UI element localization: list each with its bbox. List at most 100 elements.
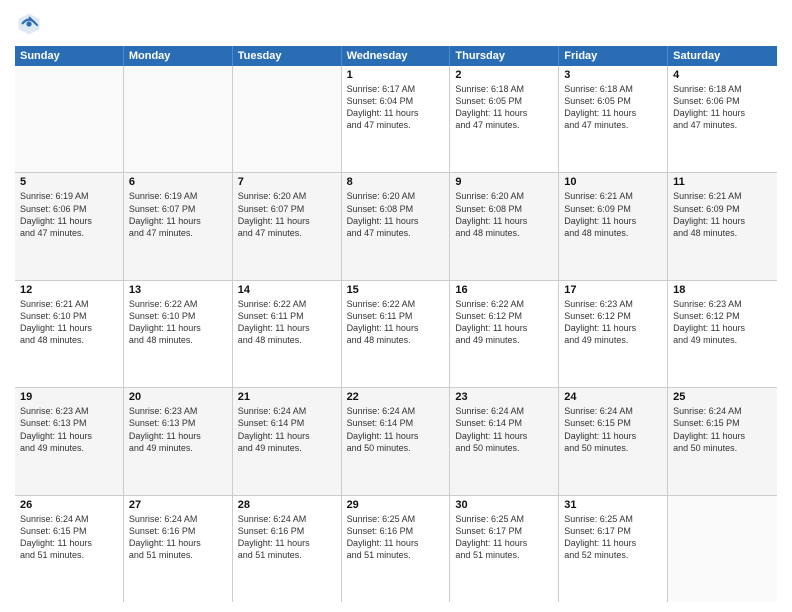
day-info-line: Daylight: 11 hours [673, 215, 772, 227]
day-info-line: Sunset: 6:08 PM [455, 203, 553, 215]
day-number: 17 [564, 284, 662, 296]
day-cell-29: 29Sunrise: 6:25 AMSunset: 6:16 PMDayligh… [342, 496, 451, 602]
day-info-line: Sunset: 6:10 PM [129, 310, 227, 322]
day-info-line: Sunrise: 6:24 AM [20, 513, 118, 525]
empty-cell [124, 66, 233, 172]
calendar: SundayMondayTuesdayWednesdayThursdayFrid… [15, 46, 777, 602]
day-info-line: Sunset: 6:16 PM [238, 525, 336, 537]
day-number: 9 [455, 176, 553, 188]
day-info-line: Sunset: 6:10 PM [20, 310, 118, 322]
day-number: 25 [673, 391, 772, 403]
day-info-line: Daylight: 11 hours [564, 215, 662, 227]
day-info-line: and 48 minutes. [455, 227, 553, 239]
day-number: 10 [564, 176, 662, 188]
day-cell-12: 12 Sunrise: 6:21 AMSunset: 6:10 PMDayligh… [15, 281, 124, 387]
day-cell-7: 7Sunrise: 6:20 AMSunset: 6:07 PMDaylight… [233, 173, 342, 279]
day-info-line: Sunrise: 6:18 AM [673, 83, 772, 95]
day-info-line: Daylight: 11 hours [564, 430, 662, 442]
day-info-line: Sunrise: 6:24 AM [347, 405, 445, 417]
day-info-line: Sunset: 6:11 PM [238, 310, 336, 322]
day-info-line: and 51 minutes. [455, 549, 553, 561]
day-info-line: Daylight: 11 hours [20, 537, 118, 549]
day-info-line: Sunset: 6:14 PM [238, 417, 336, 429]
empty-cell [668, 496, 777, 602]
day-info-line: Sunrise: 6:24 AM [238, 513, 336, 525]
day-info-line: and 48 minutes. [20, 334, 118, 346]
day-info-line: Daylight: 11 hours [20, 322, 118, 334]
day-number: 3 [564, 69, 662, 81]
day-cell-23: 23Sunrise: 6:24 AMSunset: 6:14 PMDayligh… [450, 388, 559, 494]
day-info-line: Sunrise: 6:23 AM [129, 405, 227, 417]
day-info-line: and 51 minutes. [129, 549, 227, 561]
day-info-line: Daylight: 11 hours [347, 107, 445, 119]
day-number: 24 [564, 391, 662, 403]
day-number: 11 [673, 176, 772, 188]
day-info-line: Daylight: 11 hours [455, 430, 553, 442]
day-info-line: Sunrise: 6:25 AM [564, 513, 662, 525]
day-info-line: Sunrise: 6:21 AM [564, 190, 662, 202]
day-info-line: Daylight: 11 hours [455, 537, 553, 549]
day-info-line: Daylight: 11 hours [673, 322, 772, 334]
day-info-line: and 50 minutes. [455, 442, 553, 454]
day-info-line: Sunset: 6:05 PM [564, 95, 662, 107]
day-cell-3: 3 Sunrise: 6:18 AMSunset: 6:05 PMDaylight… [559, 66, 668, 172]
day-info-line: Sunset: 6:14 PM [347, 417, 445, 429]
day-info-line: Daylight: 11 hours [129, 322, 227, 334]
day-info-line: Sunset: 6:04 PM [347, 95, 445, 107]
day-info-line: Daylight: 11 hours [238, 430, 336, 442]
day-info-line: and 51 minutes. [347, 549, 445, 561]
day-info-line: and 47 minutes. [673, 119, 772, 131]
day-cell-10: 10Sunrise: 6:21 AMSunset: 6:09 PMDayligh… [559, 173, 668, 279]
day-info-line: and 49 minutes. [20, 442, 118, 454]
day-cell-9: 9Sunrise: 6:20 AMSunset: 6:08 PMDaylight… [450, 173, 559, 279]
day-info-line: Sunrise: 6:21 AM [20, 298, 118, 310]
day-cell-1: 1Sunrise: 6:17 AMSunset: 6:04 PMDaylight… [342, 66, 451, 172]
day-info-line: Sunrise: 6:22 AM [455, 298, 553, 310]
day-number: 12 [20, 284, 118, 296]
empty-cell [15, 66, 124, 172]
day-info-line: Sunrise: 6:20 AM [238, 190, 336, 202]
day-number: 1 [347, 69, 445, 81]
day-number: 27 [129, 499, 227, 511]
day-number: 29 [347, 499, 445, 511]
day-info-line: Sunrise: 6:23 AM [564, 298, 662, 310]
day-cell-21: 21Sunrise: 6:24 AMSunset: 6:14 PMDayligh… [233, 388, 342, 494]
day-info-line: Sunset: 6:15 PM [564, 417, 662, 429]
day-number: 16 [455, 284, 553, 296]
day-info-line: Sunrise: 6:25 AM [347, 513, 445, 525]
day-cell-11: 11Sunrise: 6:21 AMSunset: 6:09 PMDayligh… [668, 173, 777, 279]
day-cell-13: 13Sunrise: 6:22 AMSunset: 6:10 PMDayligh… [124, 281, 233, 387]
day-info-line: Sunset: 6:09 PM [673, 203, 772, 215]
day-info-line: Daylight: 11 hours [564, 107, 662, 119]
day-header-thursday: Thursday [450, 46, 559, 66]
day-info-line: Sunrise: 6:18 AM [455, 83, 553, 95]
day-header-friday: Friday [559, 46, 668, 66]
day-info-line: Sunset: 6:13 PM [129, 417, 227, 429]
day-info-line: and 52 minutes. [564, 549, 662, 561]
day-cell-30: 30Sunrise: 6:25 AMSunset: 6:17 PMDayligh… [450, 496, 559, 602]
calendar-header: SundayMondayTuesdayWednesdayThursdayFrid… [15, 46, 777, 66]
day-header-monday: Monday [124, 46, 233, 66]
day-info-line: and 47 minutes. [564, 119, 662, 131]
day-info-line: Sunrise: 6:18 AM [564, 83, 662, 95]
day-cell-25: 25Sunrise: 6:24 AMSunset: 6:15 PMDayligh… [668, 388, 777, 494]
day-cell-22: 22Sunrise: 6:24 AMSunset: 6:14 PMDayligh… [342, 388, 451, 494]
day-cell-26: 26Sunrise: 6:24 AMSunset: 6:15 PMDayligh… [15, 496, 124, 602]
day-header-sunday: Sunday [15, 46, 124, 66]
day-info-line: Daylight: 11 hours [347, 322, 445, 334]
day-info-line: Sunrise: 6:23 AM [20, 405, 118, 417]
day-header-wednesday: Wednesday [342, 46, 451, 66]
day-info-line: Sunrise: 6:24 AM [455, 405, 553, 417]
day-cell-14: 14Sunrise: 6:22 AMSunset: 6:11 PMDayligh… [233, 281, 342, 387]
day-header-saturday: Saturday [668, 46, 777, 66]
day-info-line: and 48 minutes. [238, 334, 336, 346]
day-info-line: Daylight: 11 hours [564, 537, 662, 549]
empty-cell [233, 66, 342, 172]
day-info-line: and 51 minutes. [238, 549, 336, 561]
day-info-line: and 50 minutes. [673, 442, 772, 454]
day-info-line: Sunrise: 6:19 AM [20, 190, 118, 202]
calendar-row-1: 1Sunrise: 6:17 AMSunset: 6:04 PMDaylight… [15, 66, 777, 173]
day-cell-15: 15Sunrise: 6:22 AMSunset: 6:11 PMDayligh… [342, 281, 451, 387]
day-info-line: Daylight: 11 hours [455, 107, 553, 119]
day-info-line: Sunrise: 6:24 AM [673, 405, 772, 417]
